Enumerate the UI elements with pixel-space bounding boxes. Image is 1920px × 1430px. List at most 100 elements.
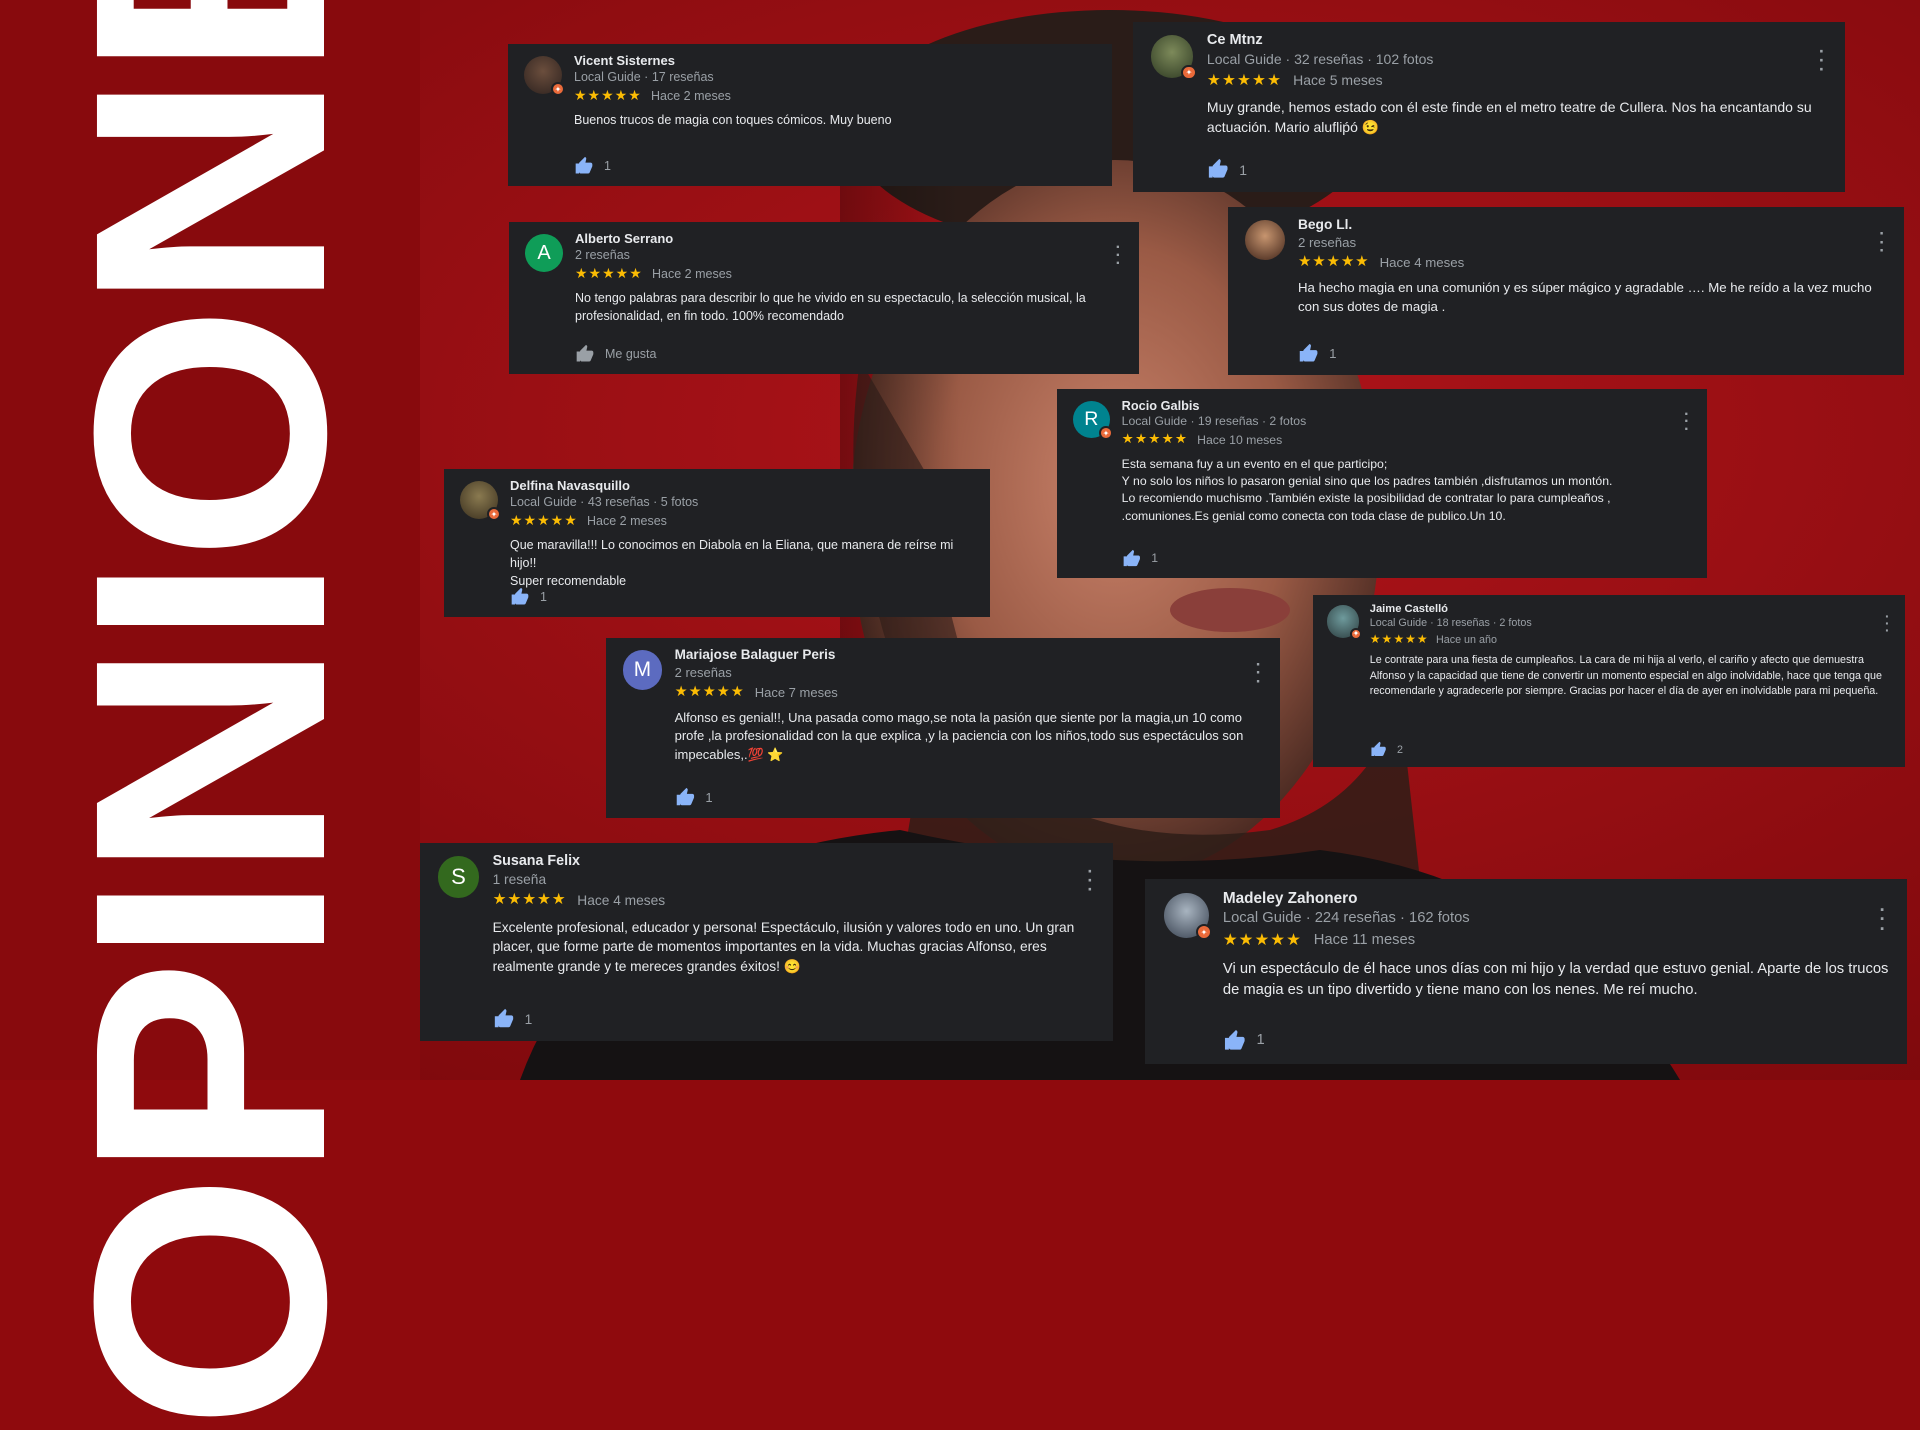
thumbs-up-icon	[676, 787, 694, 806]
review-card: S Susana Felix 1 reseña ★★★★★ Hace 4 meses Ex…	[420, 843, 1113, 1041]
review-card: ✦ Delfina Navasquillo Local Guide · 43 res…	[444, 469, 990, 617]
review-date: Hace 10 meses	[1197, 433, 1283, 448]
thumbs-up-icon	[1371, 741, 1386, 757]
like-button[interactable]: Me gusta	[575, 344, 656, 364]
more-options-icon[interactable]: · · ·	[1256, 656, 1262, 689]
review-card: A Alberto Serrano 2 reseñas ★★★★★ Hace 2 mes…	[509, 222, 1139, 374]
thumbs-up-icon	[494, 1008, 513, 1028]
like-button[interactable]: 1	[574, 156, 611, 176]
star-rating: ★★★★★	[1297, 253, 1370, 270]
review-date: Hace 2 meses	[651, 89, 731, 103]
like-button[interactable]: 1	[1122, 549, 1158, 569]
review-text: Excelente profesional, educador y person…	[492, 919, 1075, 974]
more-options-icon[interactable]: · · ·	[1684, 406, 1689, 437]
reviewer-meta: Local Guide · 224 reseñas · 162 fotos	[1222, 909, 1470, 926]
reviewer-meta: 2 reseñas	[674, 665, 732, 681]
like-count: 1	[1151, 551, 1159, 566]
thumbs-up-icon	[1299, 344, 1318, 362]
more-options-icon[interactable]: · · ·	[1885, 610, 1890, 637]
review-card: ✦ Madeley Zahonero Local Guide · 224 reseñ…	[1145, 879, 1907, 1064]
review-card: ✦ Ce Mtnz Local Guide · 32 reseñas · 102 f…	[1133, 22, 1845, 192]
like-count: Me gusta	[605, 347, 657, 361]
star-rating: ★★★★★	[510, 512, 578, 528]
review-text: Le contrate para una fiesta de cumpleaño…	[1369, 654, 1882, 697]
thumbs-up-icon	[575, 156, 593, 174]
star-rating: ★★★★★	[674, 683, 745, 700]
avatar-initial: M	[622, 650, 663, 690]
review-date: Hace 4 meses	[1379, 254, 1465, 270]
star-rating: ★★★★★	[574, 87, 642, 103]
page-title: OPINIONES	[25, 0, 394, 1430]
reviewer-meta: Local Guide · 17 reseñas	[574, 70, 714, 84]
like-button[interactable]: 2	[1370, 741, 1403, 758]
review-text: Ha hecho magia en una comunión y es súpe…	[1297, 280, 1872, 314]
like-button[interactable]: 1	[675, 787, 713, 808]
star-rating: ★★★★★	[1206, 72, 1283, 90]
review-text: Muy grande, hemos estado con él este fin…	[1206, 99, 1812, 136]
star-rating: ★★★★★	[492, 891, 567, 909]
review-date: Hace 5 meses	[1293, 72, 1383, 89]
title-panel: OPINIONES	[0, 0, 420, 1430]
more-options-icon[interactable]: · · ·	[1116, 240, 1121, 272]
review-card: Bego Ll. 2 reseñas ★★★★★ Hace 4 meses Ha hec…	[1228, 207, 1904, 375]
reviewer-name: Bego Ll.	[1297, 216, 1353, 232]
reviewer-meta: 2 reseñas	[575, 248, 630, 262]
like-count: 1	[705, 789, 713, 805]
like-button[interactable]: 1	[1207, 158, 1247, 180]
like-count: 1	[524, 1011, 533, 1027]
star-rating: ★★★★★	[1121, 431, 1189, 447]
thumbs-up-icon	[1123, 549, 1140, 566]
like-button[interactable]: 1	[493, 1008, 533, 1030]
local-guide-badge-icon: ✦	[487, 507, 501, 521]
like-count: 1	[1256, 1032, 1265, 1049]
reviewer-name: Alberto Serrano	[575, 231, 674, 246]
avatar-initial: A	[525, 234, 563, 272]
like-count: 2	[1396, 743, 1403, 756]
reviewer-name: Delfina Navasquillo	[510, 478, 630, 493]
reviewer-name: Ce Mtnz	[1206, 32, 1263, 49]
reviewer-meta: Local Guide · 19 reseñas · 2 fotos	[1121, 414, 1307, 429]
more-options-icon[interactable]: · · ·	[1879, 900, 1885, 938]
reviewer-name: Rocio Galbis	[1121, 397, 1200, 413]
review-text: No tengo palabras para describir lo que …	[575, 291, 1086, 323]
like-count: 1	[604, 159, 611, 173]
thumbs-up-icon	[1224, 1029, 1245, 1050]
reviewer-name: Madeley Zahonero	[1222, 889, 1358, 907]
review-text: Vi un espectáculo de él hace unos días c…	[1222, 961, 1889, 999]
star-rating: ★★★★★	[1222, 929, 1302, 949]
review-date: Hace 4 meses	[577, 892, 666, 908]
review-card: R ✦ Rocio Galbis Local Guide · 19 reseñas ·…	[1057, 389, 1707, 578]
review-date: Hace 11 meses	[1313, 932, 1416, 949]
review-text: Alfonso es genial!!, Una pasada como mag…	[674, 709, 1244, 762]
like-button[interactable]: 1	[510, 587, 547, 607]
reviewer-name: Susana Felix	[492, 852, 581, 869]
review-card: M Mariajose Balaguer Peris 2 reseñas ★★★★★ H…	[606, 638, 1280, 818]
thumbs-up-icon	[1208, 159, 1228, 179]
thumbs-up-icon	[576, 344, 594, 362]
reviewer-meta: Local Guide · 18 reseñas · 2 fotos	[1369, 617, 1532, 630]
local-guide-badge-icon: ✦	[1349, 627, 1362, 640]
like-count: 1	[1329, 346, 1337, 362]
review-date: Hace 2 meses	[587, 514, 667, 528]
reviewer-meta: Local Guide · 32 reseñas · 102 fotos	[1206, 51, 1434, 68]
reviewer-meta: 1 reseña	[492, 871, 547, 887]
local-guide-badge-icon: ✦	[1195, 923, 1213, 941]
reviewer-name: Vicent Sisternes	[574, 53, 675, 68]
star-rating: ★★★★★	[575, 265, 643, 281]
review-card: ✦ Jaime Castelló Local Guide · 18 reseñas …	[1313, 595, 1905, 767]
like-button[interactable]: 1	[1223, 1029, 1265, 1053]
thumbs-up-icon	[511, 587, 529, 605]
review-date: Hace un año	[1435, 633, 1497, 646]
more-options-icon[interactable]: · · ·	[1879, 225, 1885, 259]
more-options-icon[interactable]: · · ·	[1819, 42, 1825, 78]
reviewer-name: Jaime Castelló	[1369, 602, 1448, 615]
more-options-icon[interactable]: · · ·	[1087, 862, 1093, 897]
review-card: ✦ Vicent Sisternes Local Guide · 17 reseña…	[508, 44, 1112, 186]
star-rating: ★★★★★	[1369, 631, 1429, 646]
local-guide-badge-icon: ✦	[551, 82, 565, 96]
reviewer-meta: 2 reseñas	[1297, 234, 1357, 250]
avatar-initial: S	[437, 856, 480, 898]
review-date: Hace 2 meses	[652, 267, 732, 281]
reviewer-meta: Local Guide · 43 reseñas · 5 fotos	[510, 495, 699, 509]
like-button[interactable]: 1	[1298, 343, 1337, 364]
